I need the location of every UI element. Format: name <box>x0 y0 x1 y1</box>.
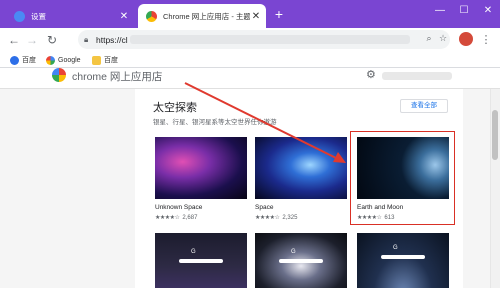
theme-name[interactable]: Space <box>255 204 273 211</box>
search-icon[interactable]: ⌕ <box>423 32 435 44</box>
account-redacted[interactable] <box>382 72 452 80</box>
gear-icon[interactable]: ⚙ <box>366 68 376 81</box>
minimize-button[interactable]: — <box>428 2 452 20</box>
star-rating-icon: ★★★★☆ <box>255 215 280 221</box>
highlight-box <box>350 131 455 225</box>
rating-count: 2,687 <box>182 214 198 221</box>
theme-rating: ★★★★☆ 2,325 <box>255 214 298 222</box>
reload-button[interactable]: ↻ <box>44 31 60 49</box>
bookmarks-bar: 百度 Google 百度 <box>0 52 500 68</box>
tab-label: 设置 <box>31 11 46 21</box>
settings-gear-icon <box>14 10 25 22</box>
search-box-preview <box>279 259 323 263</box>
bookmark-label: 百度 <box>22 57 36 64</box>
section-subtitle: 银星、行星、银河星系等太空世界任你遨游 <box>153 119 277 126</box>
menu-icon[interactable]: ⋮ <box>480 31 492 49</box>
section-title: 太空探索 <box>153 102 197 114</box>
google-g-icon <box>46 55 55 65</box>
avatar[interactable] <box>459 32 473 46</box>
bookmark-baidu[interactable]: 百度 <box>10 54 36 66</box>
address-bar[interactable]: 🔒︎ https://cl <box>78 30 450 49</box>
google-logo-icon: G <box>393 245 398 251</box>
theme-name[interactable]: Unknown Space <box>155 204 202 211</box>
forward-button[interactable]: → <box>24 31 40 49</box>
webstore-icon <box>146 10 157 22</box>
tab-webstore[interactable]: Chrome 网上应用店 - 主题背景 ✕ <box>138 4 266 28</box>
close-window-button[interactable]: ✕ <box>476 2 500 20</box>
theme-thumbnail[interactable]: G <box>255 233 347 288</box>
new-tab-button[interactable]: + <box>272 6 286 22</box>
google-logo-icon: G <box>191 249 196 255</box>
baidu-paw-icon <box>10 55 19 65</box>
tab-settings[interactable]: 设置 ✕ <box>6 4 134 28</box>
maximize-button[interactable]: ☐ <box>452 2 476 20</box>
theme-thumbnail[interactable]: G <box>357 233 449 288</box>
google-logo-icon: G <box>291 249 296 255</box>
star-icon[interactable]: ☆ <box>437 32 449 44</box>
rating-count: 2,325 <box>282 214 298 221</box>
lock-icon: 🔒︎ <box>84 35 89 44</box>
theme-thumbnail[interactable]: G <box>155 233 247 288</box>
folder-icon <box>92 55 101 65</box>
view-all-button[interactable]: 查看全部 <box>400 99 448 113</box>
tab-label: Chrome 网上应用店 - 主题背景 <box>163 11 250 21</box>
store-header: chrome 网上应用店 ⚙ <box>0 68 500 86</box>
search-box-preview <box>381 255 425 259</box>
close-icon[interactable]: ✕ <box>118 11 130 22</box>
bookmark-google[interactable]: Google <box>46 54 81 66</box>
theme-thumbnail-space[interactable] <box>255 137 347 199</box>
url-text: https://cl <box>96 34 128 45</box>
theme-thumbnail-unknown-space[interactable] <box>155 137 247 199</box>
url-redacted <box>129 35 410 44</box>
back-button[interactable]: ← <box>6 31 22 49</box>
search-box-preview <box>179 259 223 263</box>
theme-rating: ★★★★☆ 2,687 <box>155 214 198 222</box>
bookmark-label: 百度 <box>104 57 118 64</box>
star-rating-icon: ★★★★☆ <box>155 215 180 221</box>
store-title[interactable]: chrome 网上应用店 <box>72 69 162 84</box>
scrollbar-thumb[interactable] <box>492 110 498 160</box>
rainbow-logo-icon <box>52 68 66 82</box>
tab-strip: 设置 ✕ Chrome 网上应用店 - 主题背景 ✕ + — ☐ ✕ <box>0 0 500 28</box>
toolbar: ← → ↻ 🔒︎ https://cl ⌕ ☆ ⋮ <box>0 28 500 52</box>
close-icon[interactable]: ✕ <box>250 11 262 22</box>
bookmark-folder[interactable]: 百度 <box>92 54 118 66</box>
bookmark-label: Google <box>58 56 81 64</box>
